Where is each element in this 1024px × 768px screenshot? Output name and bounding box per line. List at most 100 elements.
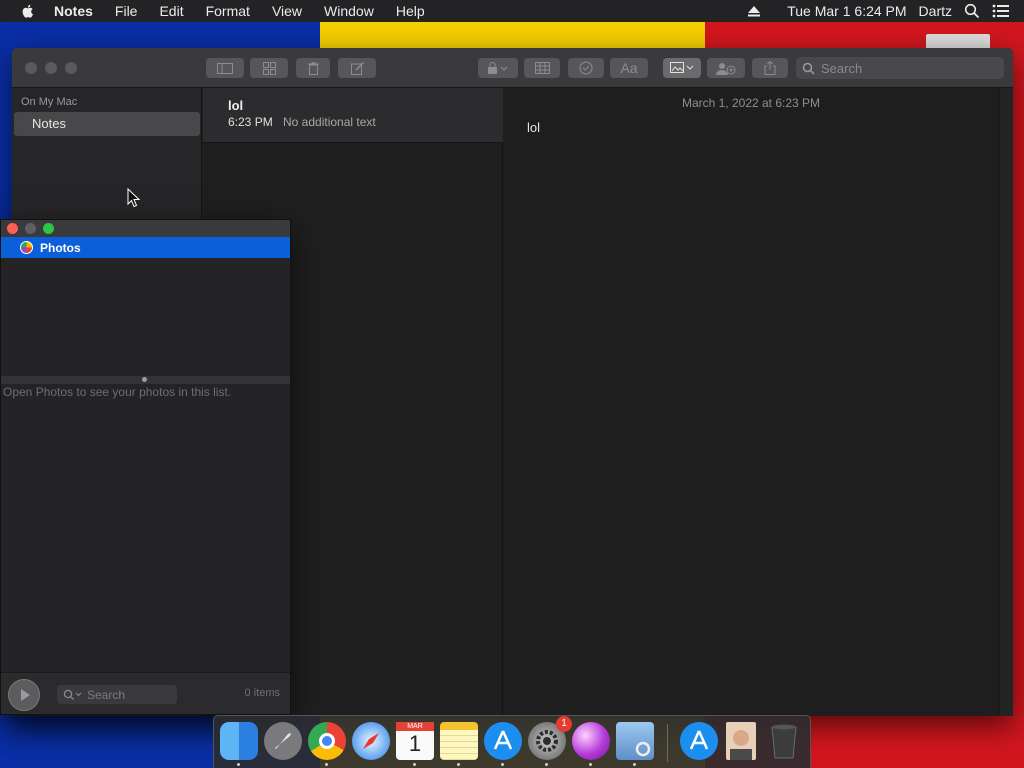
dock: MAR 1 1 <box>213 715 811 768</box>
play-icon <box>21 689 30 701</box>
sidebar-icon <box>217 62 233 74</box>
checklist-button[interactable] <box>568 58 604 78</box>
delete-button[interactable] <box>296 58 330 78</box>
share-button[interactable] <box>752 58 788 78</box>
note-editor[interactable]: March 1, 2022 at 6:23 PM lol <box>504 88 1013 716</box>
note-title: lol <box>228 98 244 113</box>
sidebar-item-notes[interactable]: Notes <box>14 112 200 136</box>
search-placeholder: Search <box>821 60 863 76</box>
play-button[interactable] <box>8 679 40 711</box>
compose-icon <box>350 61 364 75</box>
face-icon <box>730 730 752 760</box>
panel-minimize-button[interactable] <box>25 223 36 234</box>
menu-user[interactable]: Dartz <box>919 3 952 19</box>
grid-icon <box>262 61 276 75</box>
compose-button[interactable] <box>338 58 376 78</box>
minimize-button[interactable] <box>45 62 57 74</box>
search-icon <box>63 689 82 700</box>
calendar-month: MAR <box>396 722 434 731</box>
system-preferences-icon[interactable]: 1 <box>528 716 572 760</box>
notes-running-dot <box>457 763 460 766</box>
lock-button[interactable] <box>478 58 518 78</box>
color-ui-icon[interactable] <box>572 722 610 760</box>
menu-help[interactable]: Help <box>396 3 425 19</box>
calendar-day: 1 <box>408 731 422 756</box>
list-item[interactable]: lol 6:23 PM No additional text <box>203 88 503 143</box>
preview-icon[interactable] <box>616 722 654 760</box>
add-people-button[interactable] <box>707 58 745 78</box>
add-people-icon <box>716 62 736 75</box>
photos-search-placeholder: Search <box>87 687 126 702</box>
apple-logo-icon[interactable] <box>20 3 36 19</box>
zoom-button[interactable] <box>65 62 77 74</box>
mouse-cursor-icon <box>127 188 141 208</box>
safari-icon[interactable] <box>352 722 390 760</box>
editor-scrollbar[interactable] <box>999 88 1013 716</box>
calendar-running-dot <box>413 763 416 766</box>
eject-icon[interactable] <box>747 5 761 17</box>
trash-dock-icon[interactable] <box>768 722 800 760</box>
toggle-sidebar-button[interactable] <box>206 58 244 78</box>
panel-zoom-button[interactable] <box>43 223 54 234</box>
finder-running-dot <box>237 763 240 766</box>
menu-app-notes[interactable]: Notes <box>54 3 93 19</box>
photos-search-field[interactable]: Search <box>57 685 177 704</box>
table-icon <box>534 62 550 74</box>
compass-icon <box>363 733 379 749</box>
notes-app-icon[interactable] <box>440 722 478 760</box>
trash-icon <box>307 61 319 75</box>
notes-toolbar: Aa Search <box>12 48 1013 88</box>
table-button[interactable] <box>524 58 560 78</box>
panel-close-button[interactable] <box>7 223 18 234</box>
gallery-view-button[interactable] <box>250 58 288 78</box>
color-ui-running-dot <box>589 763 592 766</box>
trash-icon <box>771 724 797 759</box>
photos-source-label: Photos <box>40 240 81 255</box>
sidebar-section-on-my-mac: On My Mac <box>21 96 78 108</box>
notification-badge: 1 <box>556 716 572 732</box>
app-store-a-icon <box>493 730 513 750</box>
rocket-icon <box>275 733 291 749</box>
magnifier-icon <box>635 741 651 757</box>
chrome-icon[interactable] <box>308 722 346 760</box>
menu-format[interactable]: Format <box>206 3 250 19</box>
notification-center-icon[interactable] <box>992 4 1010 18</box>
photos-source-row[interactable]: Photos <box>1 237 290 258</box>
photos-panel-titlebar[interactable] <box>1 220 290 237</box>
panel-split-divider[interactable] <box>1 376 290 384</box>
checklist-icon <box>579 61 593 75</box>
note-preview: No additional text <box>283 115 376 129</box>
app-store-icon[interactable] <box>484 722 522 760</box>
finder-icon[interactable] <box>220 722 258 760</box>
photos-item-count: 0 items <box>244 687 280 699</box>
photos-panel-footer: Search 0 items <box>1 672 290 714</box>
photo-icon <box>670 62 694 73</box>
media-button[interactable] <box>663 58 701 78</box>
notes-search-field[interactable]: Search <box>796 57 1004 79</box>
menu-file[interactable]: File <box>115 3 138 19</box>
search-icon <box>802 62 815 75</box>
photos-app-icon <box>20 241 33 254</box>
launchpad-icon[interactable] <box>264 722 302 760</box>
downloads-stack-icon[interactable] <box>680 722 718 760</box>
text-format-icon: Aa <box>620 60 638 76</box>
dock-separator <box>667 724 668 762</box>
close-button[interactable] <box>25 62 37 74</box>
menu-edit[interactable]: Edit <box>159 3 183 19</box>
preview-running-dot <box>633 763 636 766</box>
format-button[interactable]: Aa <box>610 58 648 78</box>
share-icon <box>764 61 776 75</box>
note-body[interactable]: lol <box>527 120 540 135</box>
menu-clock[interactable]: Tue Mar 1 6:24 PM <box>787 3 906 19</box>
contact-photo-icon[interactable] <box>726 722 756 760</box>
menu-window[interactable]: Window <box>324 3 374 19</box>
app-store-running-dot <box>501 763 504 766</box>
photos-browser-panel: Photos Open Photos to see your photos in… <box>0 219 291 715</box>
chrome-running-dot <box>325 763 328 766</box>
calendar-icon[interactable]: MAR 1 <box>396 722 434 760</box>
menu-bar: Notes File Edit Format View Window Help … <box>0 0 1024 22</box>
menu-view[interactable]: View <box>272 3 302 19</box>
divider-handle[interactable] <box>142 377 147 382</box>
spotlight-search-icon[interactable] <box>964 3 980 19</box>
system-preferences-running-dot <box>545 763 548 766</box>
